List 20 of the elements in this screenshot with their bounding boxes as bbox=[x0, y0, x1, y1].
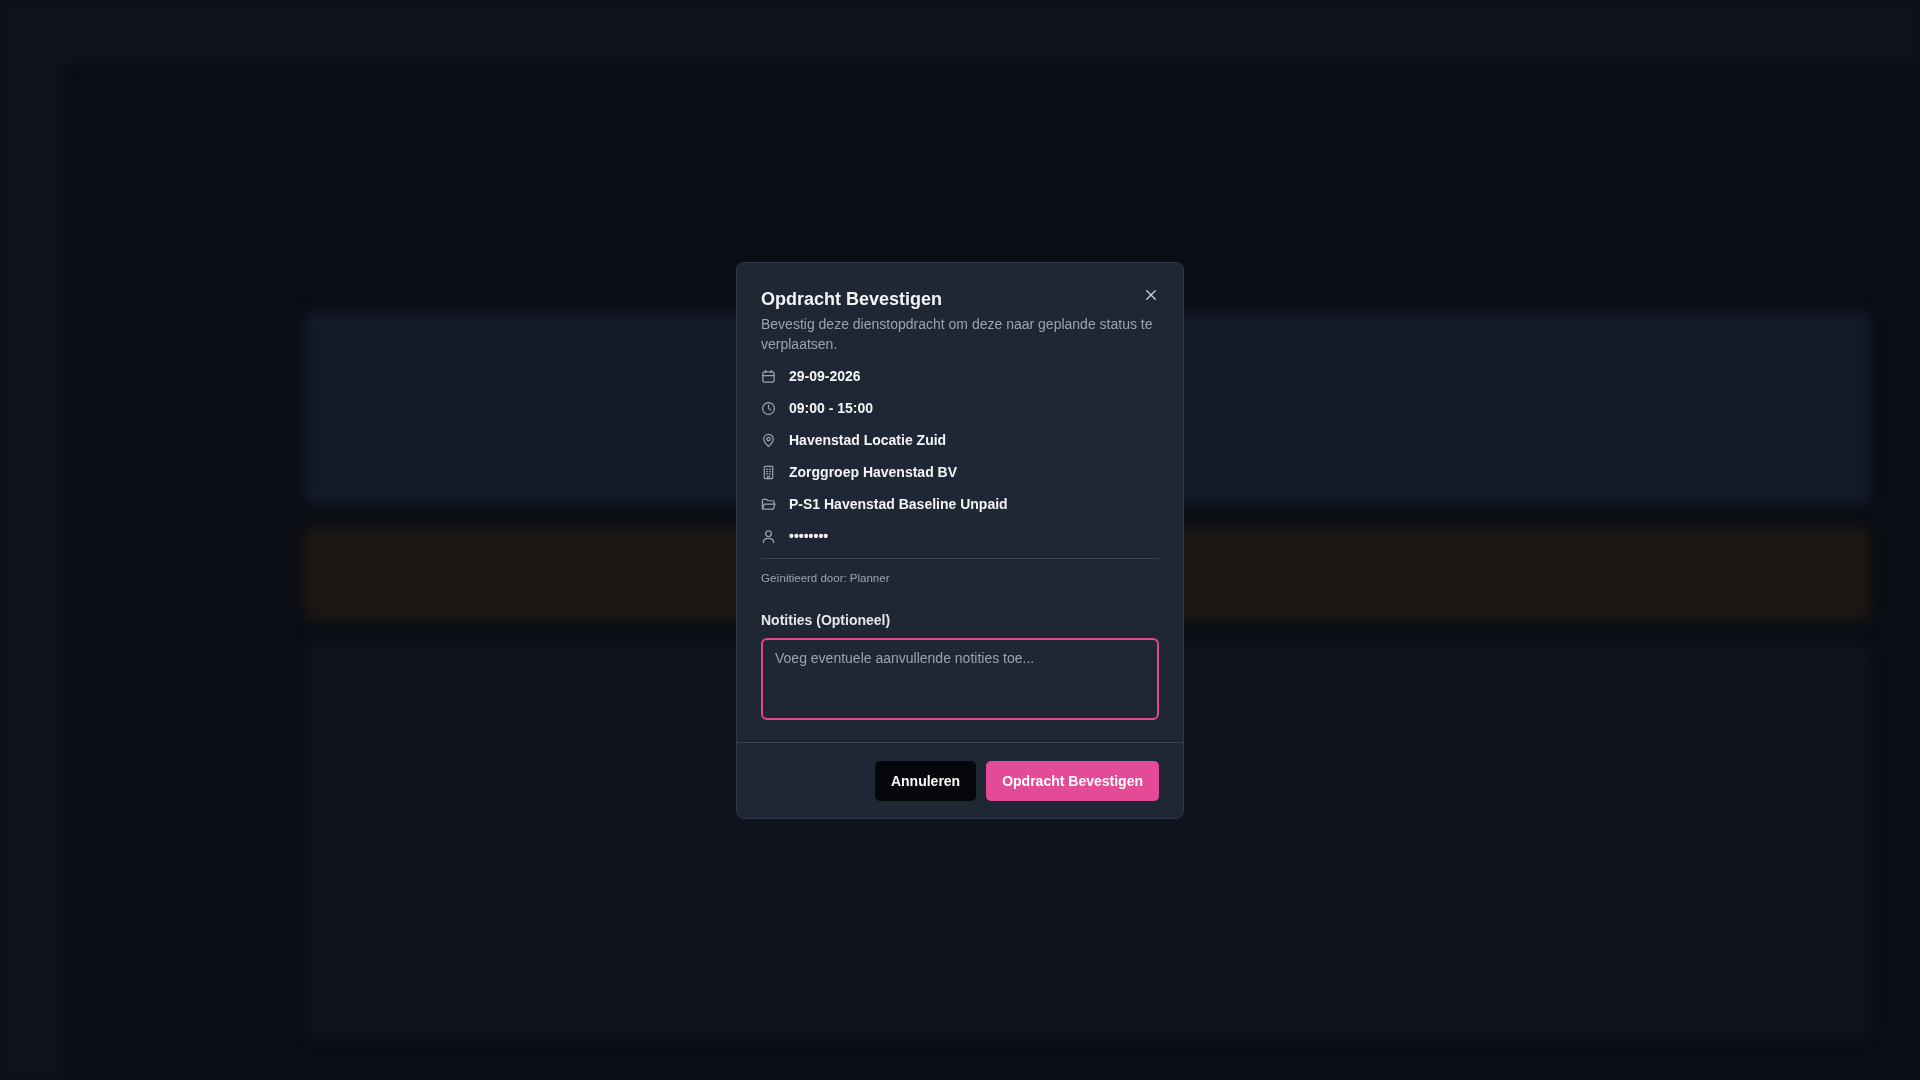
calendar-icon bbox=[761, 368, 776, 384]
initiated-by-text: Geïnitieerd door: Planner bbox=[761, 571, 891, 584]
detail-text: 29-09-2026 bbox=[789, 368, 861, 384]
folder-icon bbox=[761, 496, 776, 512]
dialog-title: Opdracht Bevestigen bbox=[761, 288, 943, 310]
cancel-button[interactable]: Annuleren bbox=[874, 760, 977, 801]
detail-text: 09:00 - 15:00 bbox=[789, 400, 874, 416]
building-icon bbox=[761, 464, 776, 480]
map-pin-icon bbox=[761, 432, 776, 448]
notes-label: Notities (Optioneel) bbox=[761, 611, 892, 628]
confirm-button[interactable]: Opdracht Bevestigen bbox=[986, 760, 1159, 801]
detail-text: P-S1 Havenstad Baseline Unpaid bbox=[789, 496, 1008, 512]
detail-text: •••••••• bbox=[789, 528, 829, 544]
notes-field[interactable]: Voeg eventuele aanvullende notities toe... bbox=[761, 637, 1159, 720]
close-icon[interactable] bbox=[1145, 288, 1157, 301]
clock-icon bbox=[761, 400, 776, 416]
dialog-description: Bevestig deze dienstopdracht om deze naar geplande status te verplaatsen. bbox=[761, 314, 1154, 354]
person-icon bbox=[761, 528, 776, 544]
detail-text: Zorggroep Havenstad BV bbox=[789, 464, 958, 480]
detail-text: Havenstad Locatie Zuid bbox=[789, 432, 947, 448]
